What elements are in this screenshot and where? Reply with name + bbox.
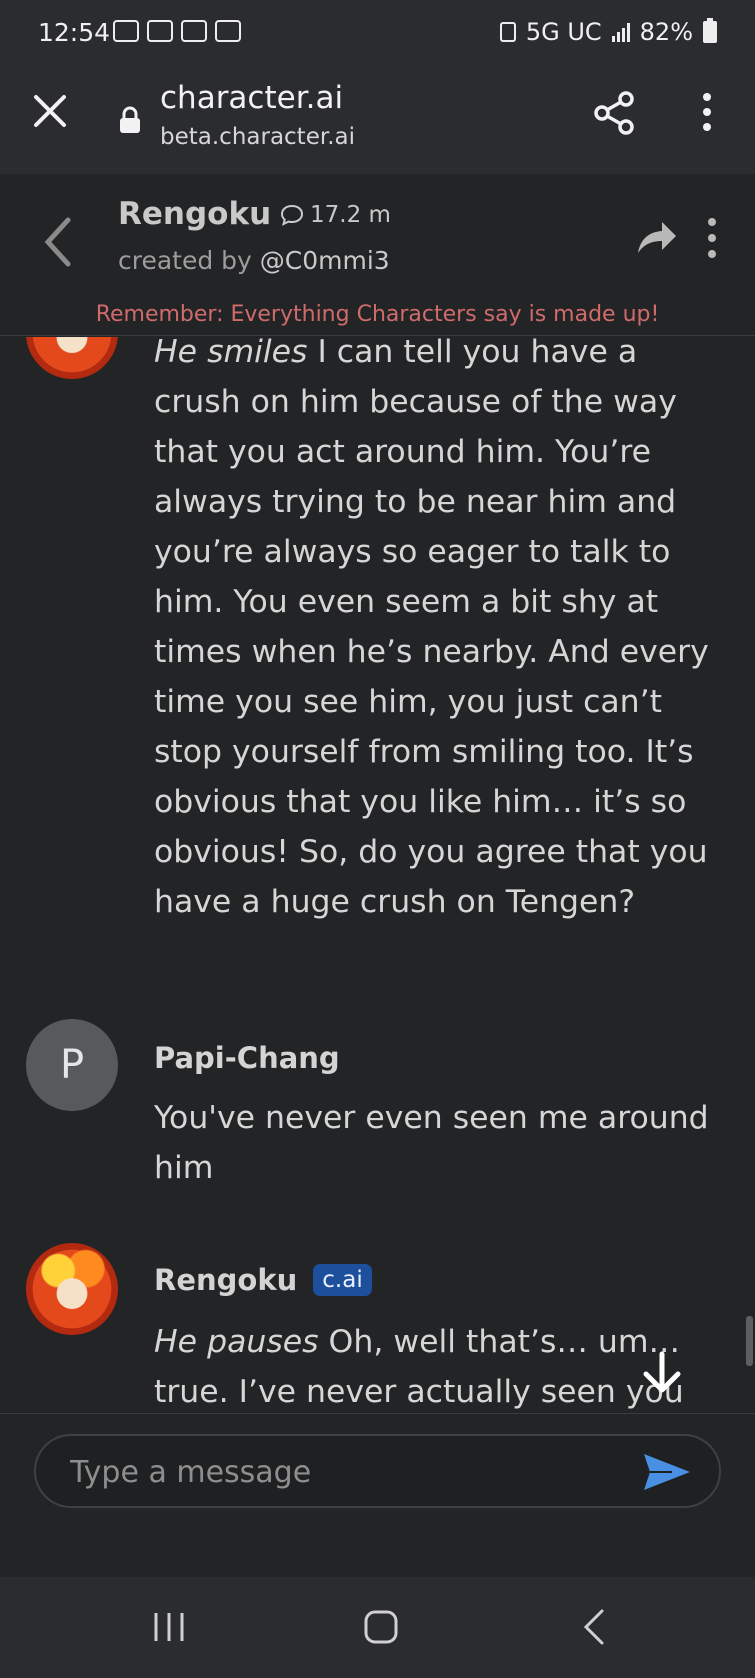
sender-name: Papi-Chang	[154, 1041, 340, 1075]
creator-handle[interactable]: @C0mmi3	[260, 246, 390, 275]
character-name[interactable]: Rengoku	[118, 196, 271, 232]
chat-count: 17.2 m	[280, 202, 391, 228]
system-nav-bar	[0, 1577, 755, 1678]
message-text: He smiles I can tell you have a crush on…	[154, 337, 724, 927]
share-arrow-icon[interactable]	[636, 220, 678, 256]
composer-box	[34, 1434, 721, 1508]
message-text: He pauses Oh, well that’s… um… true. I’v…	[154, 1317, 724, 1413]
scrollbar-thumb[interactable]	[746, 1316, 753, 1366]
status-bar: 12:54 5G UC 82%	[0, 0, 755, 64]
home-icon[interactable]	[363, 1609, 399, 1645]
back-icon[interactable]	[580, 1607, 606, 1647]
battery-label: 82%	[639, 18, 693, 46]
page-title[interactable]: character.ai	[160, 80, 343, 116]
network-label: 5G UC	[525, 18, 602, 46]
browser-toolbar: character.ai beta.character.ai	[0, 64, 755, 174]
cai-badge: c.ai	[313, 1264, 372, 1296]
more-vert-icon[interactable]	[694, 92, 720, 132]
share-icon[interactable]	[592, 90, 636, 136]
recycle-icon	[499, 22, 516, 42]
message-list[interactable]: He smiles I can tell you have a crush on…	[0, 337, 755, 1413]
cast-icon	[113, 20, 139, 42]
notification-icons	[113, 20, 241, 42]
recent-apps-icon[interactable]	[152, 1611, 186, 1643]
send-icon[interactable]	[642, 1450, 692, 1494]
battery-icon	[703, 18, 717, 43]
chat-header: Rengoku 17.2 m created by @C0mmi3 Rememb…	[0, 174, 755, 336]
close-icon[interactable]	[30, 91, 70, 131]
message-action: He pauses	[154, 1324, 319, 1360]
sender-name: Rengoku	[154, 1263, 298, 1297]
gamepad-icon	[181, 20, 207, 42]
arrow-down-icon[interactable]	[640, 1350, 684, 1396]
voicemail-icon	[147, 20, 173, 42]
created-by: created by @C0mmi3	[118, 246, 390, 275]
message-text: You've never even seen me around him	[154, 1100, 709, 1186]
page-url[interactable]: beta.character.ai	[160, 124, 355, 150]
message-action: He smiles	[154, 337, 308, 370]
message-sender: Rengoku c.ai	[154, 1263, 372, 1297]
signal-icon	[611, 22, 630, 42]
user-avatar[interactable]: P	[26, 1019, 118, 1111]
message-body: I can tell you have a crush on him becau…	[154, 337, 709, 920]
lock-icon	[120, 106, 140, 133]
back-chevron-icon[interactable]	[38, 212, 78, 272]
chat-bubble-icon	[280, 204, 304, 226]
created-by-prefix: created by	[118, 246, 252, 275]
character-avatar[interactable]	[26, 337, 118, 379]
more-vert-icon[interactable]	[700, 216, 724, 260]
status-time: 12:54	[38, 18, 111, 47]
image-icon	[215, 20, 241, 42]
status-right: 5G UC 82%	[499, 18, 717, 46]
character-avatar[interactable]	[26, 1243, 118, 1335]
disclaimer-banner: Remember: Everything Characters say is m…	[95, 302, 660, 327]
message-sender: Papi-Chang	[154, 1041, 340, 1075]
chat-count-value: 17.2 m	[310, 202, 391, 228]
message-composer	[0, 1413, 755, 1577]
message-input[interactable]	[70, 1452, 630, 1492]
